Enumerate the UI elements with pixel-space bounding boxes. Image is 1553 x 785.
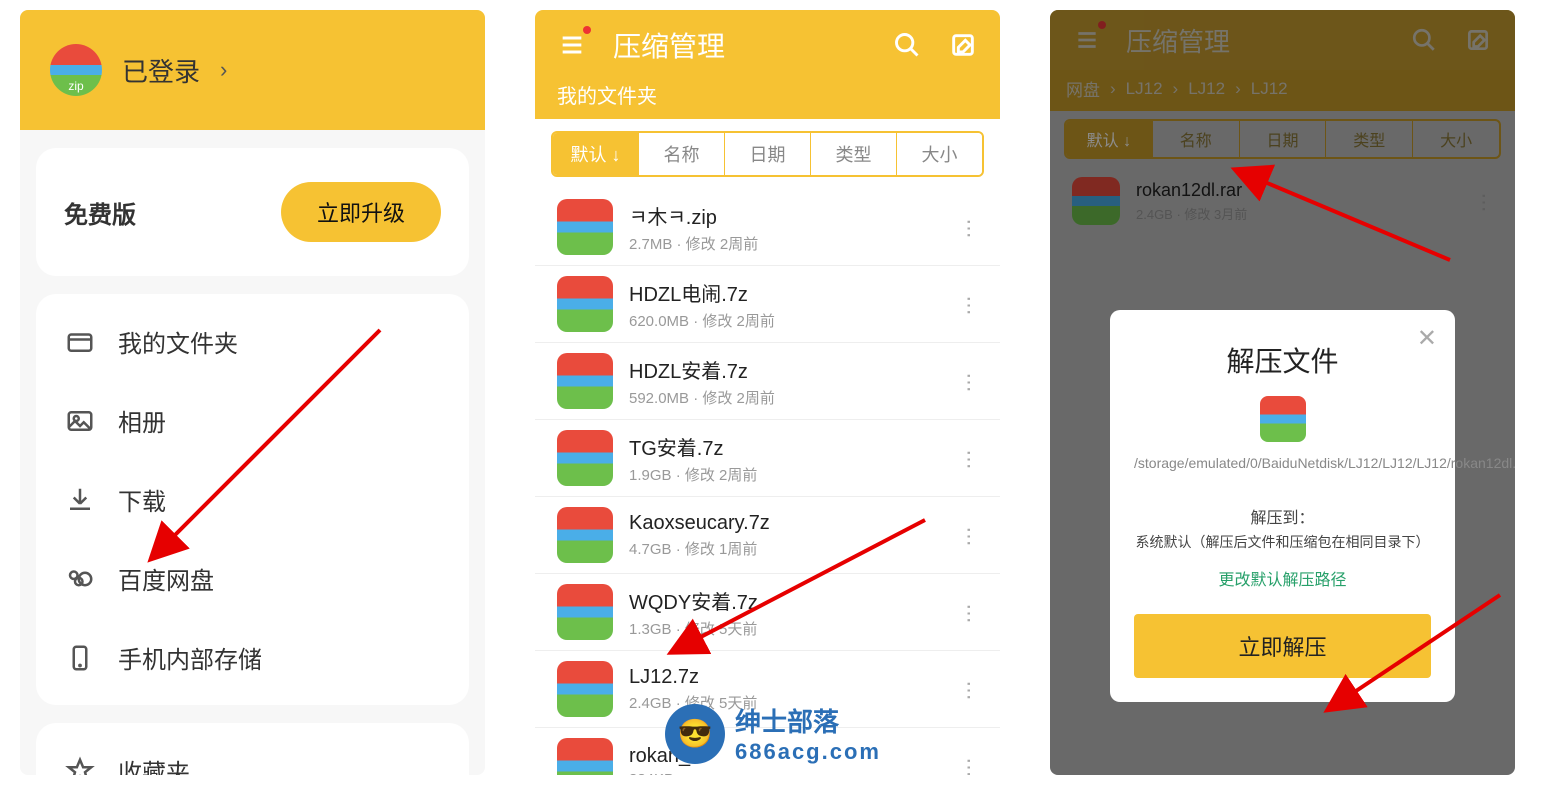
- menu-card-2: 收藏夹 分类文件 回收站: [36, 723, 469, 775]
- tab-size[interactable]: 大小: [897, 133, 982, 175]
- more-icon[interactable]: ⋯: [957, 372, 982, 390]
- sidebar-item-album[interactable]: 相册: [36, 381, 469, 460]
- watermark: 😎 绅士部落 686acg.com: [665, 702, 881, 765]
- sidebar-item-my-folder[interactable]: 我的文件夹: [36, 302, 469, 381]
- file-list: ㅋ木ㅋ.zip2.7MB · 修改 2周前⋯ HDZL电闹.7z620.0MB …: [535, 189, 1000, 775]
- file-item[interactable]: Kaoxseucary.7z4.7GB · 修改 1周前⋯: [535, 497, 1000, 574]
- app-header: 压缩管理: [535, 10, 1000, 80]
- star-icon: [64, 755, 96, 776]
- sidebar-item-favorites[interactable]: 收藏夹: [36, 731, 469, 775]
- file-item[interactable]: WQDY安着.7z1.3GB · 修改 5天前⋯: [535, 574, 1000, 651]
- watermark-avatar-icon: 😎: [665, 704, 725, 764]
- more-icon[interactable]: ⋯: [957, 449, 982, 467]
- more-icon[interactable]: ⋯: [957, 295, 982, 313]
- more-icon[interactable]: ⋯: [957, 757, 982, 775]
- chevron-right-icon: ›: [220, 57, 227, 83]
- extract-dialog: ✕ 解压文件 /storage/emulated/0/BaiduNetdisk/…: [1110, 310, 1455, 702]
- change-path-link[interactable]: 更改默认解压路径: [1134, 566, 1431, 590]
- archive-icon: [557, 507, 613, 563]
- header-title: 压缩管理: [613, 25, 866, 65]
- cloud-icon: [64, 563, 96, 595]
- archive-icon: [557, 353, 613, 409]
- phone-icon: [64, 642, 96, 674]
- screenshot-2-filelist: 压缩管理 我的文件夹 默认 ↓ 名称 日期 类型 大小 ㅋ木ㅋ.zip2.7MB…: [535, 10, 1000, 775]
- tab-type[interactable]: 类型: [811, 133, 897, 175]
- archive-icon: [557, 584, 613, 640]
- tab-date[interactable]: 日期: [725, 133, 811, 175]
- screenshot-3-extract-dialog: 压缩管理 网盘› LJ12› LJ12› LJ12 默认 ↓ 名称 日期 类型 …: [1050, 10, 1515, 775]
- file-path-label: /storage/emulated/0/BaiduNetdisk/LJ12/LJ…: [1134, 454, 1431, 474]
- profile-header[interactable]: 已登录 ›: [20, 10, 485, 130]
- archive-icon: [557, 430, 613, 486]
- folder-icon: [64, 326, 96, 358]
- upgrade-button[interactable]: 立即升级: [281, 182, 441, 242]
- dialog-title: 解压文件: [1134, 340, 1431, 380]
- tab-default[interactable]: 默认 ↓: [553, 133, 639, 175]
- archive-icon: [557, 661, 613, 717]
- screenshot-1-sidebar: 已登录 › 免费版 立即升级 我的文件夹 相册 下载 百度网盘 手机内部存储: [20, 10, 485, 775]
- file-item[interactable]: TG安着.7z1.9GB · 修改 2周前⋯: [535, 420, 1000, 497]
- archive-icon: [557, 199, 613, 255]
- archive-icon: [557, 276, 613, 332]
- sidebar-item-baidu[interactable]: 百度网盘: [36, 539, 469, 618]
- more-icon[interactable]: ⋯: [957, 680, 982, 698]
- extract-now-button[interactable]: 立即解压: [1134, 614, 1431, 678]
- close-icon[interactable]: ✕: [1417, 324, 1437, 353]
- file-item[interactable]: HDZL安着.7z592.0MB · 修改 2周前⋯: [535, 343, 1000, 420]
- sidebar-item-internal-storage[interactable]: 手机内部存储: [36, 618, 469, 697]
- file-item[interactable]: ㅋ木ㅋ.zip2.7MB · 修改 2周前⋯: [535, 189, 1000, 266]
- login-status: 已登录: [122, 52, 200, 89]
- more-icon[interactable]: ⋯: [957, 603, 982, 621]
- menu-card-1: 我的文件夹 相册 下载 百度网盘 手机内部存储: [36, 294, 469, 705]
- sort-tabs: 默认 ↓ 名称 日期 类型 大小: [551, 131, 984, 177]
- subfolder-label: 我的文件夹: [535, 80, 1000, 119]
- app-logo-icon: [50, 44, 102, 96]
- file-item[interactable]: HDZL电闹.7z620.0MB · 修改 2周前⋯: [535, 266, 1000, 343]
- extract-to-label: 解压到：: [1134, 504, 1431, 528]
- image-icon: [64, 405, 96, 437]
- version-card: 免费版 立即升级: [36, 148, 469, 276]
- archive-icon: [557, 738, 613, 775]
- archive-icon: [1260, 396, 1306, 442]
- tab-name[interactable]: 名称: [639, 133, 725, 175]
- more-icon[interactable]: ⋯: [957, 218, 982, 236]
- download-icon: [64, 484, 96, 516]
- menu-icon[interactable]: [557, 30, 587, 60]
- more-icon[interactable]: ⋯: [957, 526, 982, 544]
- edit-icon[interactable]: [948, 30, 978, 60]
- extract-to-sublabel: 系统默认（解压后文件和压缩包在相同目录下）: [1134, 532, 1431, 552]
- version-label: 免费版: [64, 195, 136, 230]
- sidebar-item-download[interactable]: 下载: [36, 460, 469, 539]
- search-icon[interactable]: [892, 30, 922, 60]
